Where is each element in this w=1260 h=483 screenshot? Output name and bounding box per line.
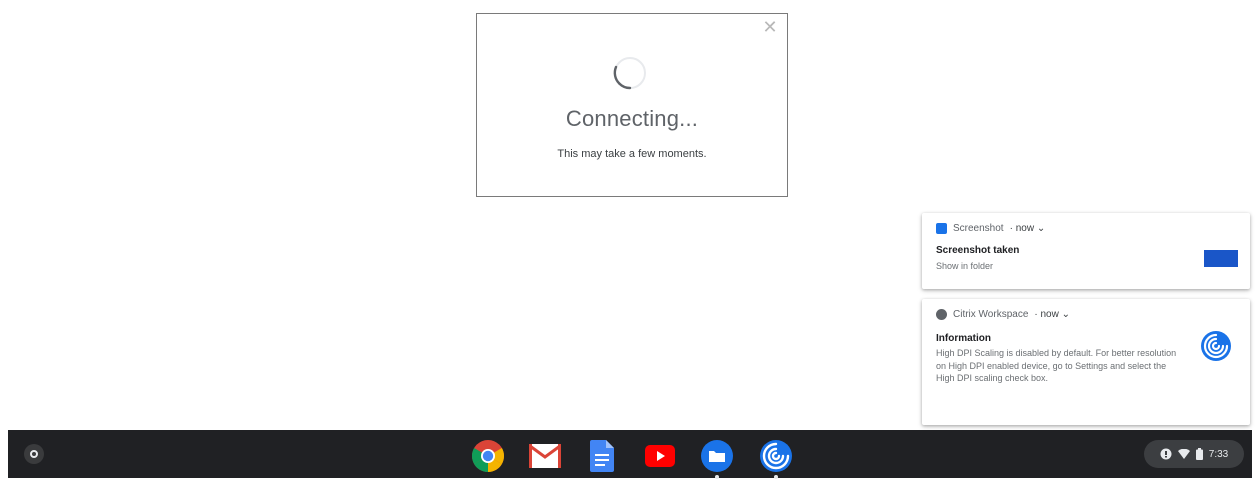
screenshot-icon (936, 223, 947, 234)
screenshot-thumbnail (1204, 250, 1238, 267)
dialog-title: Connecting... (565, 106, 699, 131)
notification-citrix[interactable]: Citrix Workspace · now ⌄ Information Hig… (922, 299, 1250, 425)
shelf-app-youtube[interactable] (642, 438, 678, 474)
youtube-icon (645, 445, 675, 467)
show-in-folder-link[interactable]: Show in folder (936, 260, 993, 273)
loading-spinner-icon (613, 57, 646, 90)
notification-time[interactable]: · now ⌄ (1034, 309, 1070, 320)
files-icon (701, 440, 733, 472)
notification-body: High DPI Scaling is disabled by default.… (936, 348, 1177, 383)
desktop: ✕ Connecting... This may take a few mome… (0, 0, 1260, 483)
notification-app-name: Screenshot (953, 223, 1004, 234)
notification-screenshot[interactable]: Screenshot · now ⌄ Screenshot taken Show… (922, 213, 1250, 289)
running-indicator (774, 475, 778, 479)
notification-time[interactable]: · now ⌄ (1010, 223, 1046, 234)
battery-icon (1195, 448, 1203, 460)
citrix-workspace-icon (760, 440, 792, 472)
notification-title: Screenshot taken (936, 245, 1020, 256)
shelf-app-citrix[interactable] (758, 438, 794, 479)
shelf-app-files[interactable] (699, 438, 735, 479)
dialog-subtitle: This may take a few moments. (557, 148, 707, 160)
connecting-dialog: ✕ Connecting... This may take a few mome… (476, 13, 788, 197)
shelf-app-gmail[interactable] (527, 438, 563, 474)
close-icon[interactable]: ✕ (761, 18, 779, 36)
launcher-button[interactable] (24, 444, 44, 464)
notification-icon (1160, 448, 1172, 460)
citrix-icon (936, 309, 947, 320)
citrix-workspace-icon (1201, 331, 1231, 361)
notification-app-name: Citrix Workspace (953, 309, 1029, 320)
status-tray[interactable]: 7:33 (1144, 440, 1244, 468)
shelf-app-chrome[interactable] (470, 438, 506, 474)
notification-header: Citrix Workspace · now ⌄ (936, 309, 1070, 320)
launcher-icon (30, 450, 38, 458)
shelf-app-docs[interactable] (584, 438, 620, 474)
shelf: 7:33 (8, 430, 1252, 479)
wifi-icon (1177, 449, 1190, 459)
notification-header: Screenshot · now ⌄ (936, 223, 1045, 234)
running-indicator (715, 475, 719, 479)
docs-icon (590, 440, 614, 472)
chrome-icon (471, 440, 505, 473)
clock: 7:33 (1208, 448, 1229, 460)
notification-title: Information (936, 333, 991, 344)
gmail-icon (529, 444, 561, 468)
